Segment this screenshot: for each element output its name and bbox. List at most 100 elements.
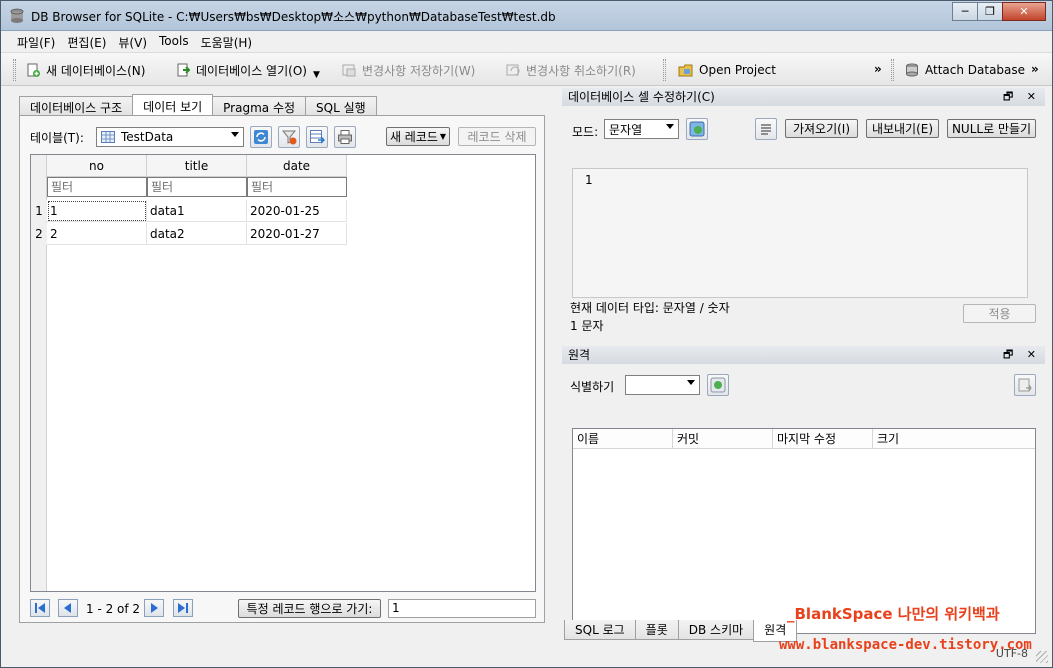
export-button[interactable]: 내보내기(E): [866, 119, 939, 138]
toolbar-grip[interactable]: [663, 59, 666, 81]
toolbar-overflow-chevron[interactable]: »: [874, 62, 882, 76]
table-cell[interactable]: 1: [47, 200, 147, 222]
delete-record-button[interactable]: 레코드 삭제: [458, 127, 536, 146]
auto-switch-mode-button[interactable]: [686, 118, 708, 140]
tab-sql-log[interactable]: SQL 로그: [564, 620, 636, 640]
dropdown-arrow-icon: ▼: [439, 132, 447, 141]
open-project-button[interactable]: Open Project: [678, 59, 776, 81]
toolbar-grip[interactable]: [891, 59, 894, 81]
goto-record-button[interactable]: 특정 레코드 행으로 가기:: [238, 599, 381, 618]
new-database-label: 새 데이터베이스(N): [46, 63, 146, 78]
tab-database-structure[interactable]: 데이터베이스 구조: [19, 96, 134, 115]
new-database-icon: [27, 63, 40, 77]
tab-execute-sql[interactable]: SQL 실행: [305, 96, 377, 115]
save-icon: [342, 64, 356, 77]
open-project-label: Open Project: [699, 63, 776, 77]
main-toolbar: 새 데이터베이스(N) 데이터베이스 열기(O) ▼ 변경사항 저장하기(W) …: [1, 52, 1052, 86]
minimize-button[interactable]: ─: [952, 2, 978, 21]
attach-database-button[interactable]: Attach Database: [904, 59, 1025, 81]
row-number[interactable]: 1: [31, 200, 47, 222]
column-header-title[interactable]: title: [147, 155, 247, 177]
dropdown-arrow-icon[interactable]: ▼: [313, 70, 320, 80]
column-header-no[interactable]: no: [47, 155, 147, 177]
menu-edit[interactable]: 편집(E): [61, 32, 112, 52]
set-null-button[interactable]: NULL로 만들기: [947, 119, 1036, 138]
apply-button[interactable]: 적용: [963, 304, 1036, 323]
tab-plot[interactable]: 플롯: [634, 620, 679, 640]
arrow-left-icon: [64, 603, 71, 613]
mode-select[interactable]: 문자열: [604, 119, 679, 139]
tab-db-schema[interactable]: DB 스키마: [677, 620, 755, 640]
identity-label: 식별하기: [570, 380, 615, 394]
export-table-icon: [310, 130, 325, 144]
write-changes-label: 변경사항 저장하기(W): [362, 63, 476, 78]
cell-editor[interactable]: 1: [572, 168, 1028, 298]
table-select[interactable]: TestData: [96, 127, 244, 147]
remote-title: 원격: [568, 348, 591, 362]
restore-icon: ❐: [985, 5, 995, 18]
column-header-commit[interactable]: 커밋: [673, 429, 773, 449]
remote-panel: 식별하기 이름 커밋 마지막 수정 크기: [562, 364, 1045, 634]
last-record-button[interactable]: [173, 599, 193, 617]
maximize-button[interactable]: ❐: [977, 2, 1003, 21]
grid-corner: [31, 155, 47, 200]
clear-filters-button[interactable]: [278, 126, 300, 148]
toolbar-grip[interactable]: [13, 59, 16, 81]
word-wrap-button[interactable]: [755, 118, 777, 140]
tab-edit-pragmas[interactable]: Pragma 수정: [212, 96, 307, 115]
row-number[interactable]: 2: [31, 223, 47, 245]
minimize-icon: ─: [961, 5, 969, 18]
filter-input-date[interactable]: 필터: [247, 177, 347, 197]
toolbar-overflow-chevron-2[interactable]: »: [1031, 62, 1039, 76]
import-button[interactable]: 가져오기(I): [785, 119, 858, 138]
dock-controls[interactable]: 🗗 ✕: [1003, 346, 1041, 364]
dock-controls[interactable]: 🗗 ✕: [1003, 88, 1041, 106]
write-changes-button[interactable]: 변경사항 저장하기(W): [341, 59, 475, 81]
identity-settings-button[interactable]: [707, 374, 729, 396]
filter-input-title[interactable]: 필터: [147, 177, 247, 197]
print-button[interactable]: [334, 126, 356, 148]
chevron-down-icon: [687, 380, 695, 385]
table-cell[interactable]: data2: [147, 223, 247, 245]
mode-select-value: 문자열: [609, 122, 643, 137]
menu-file[interactable]: 파일(F): [11, 32, 61, 52]
open-database-label: 데이터베이스 열기(O): [196, 63, 307, 78]
upload-icon: [1018, 378, 1032, 392]
attach-database-label: Attach Database: [925, 63, 1026, 77]
refresh-button[interactable]: [250, 126, 272, 148]
column-header-last-modified[interactable]: 마지막 수정: [773, 429, 873, 449]
app-window: DB Browser for SQLite - C:₩Users₩bs₩Desk…: [0, 0, 1053, 668]
table-cell[interactable]: 2020-01-27: [247, 223, 347, 245]
close-button[interactable]: ✕: [1002, 2, 1046, 21]
table-cell[interactable]: 2: [47, 223, 147, 245]
next-record-button[interactable]: [144, 599, 164, 617]
tab-browse-data[interactable]: 데이터 보기: [132, 94, 214, 115]
table-cell[interactable]: data1: [147, 200, 247, 222]
remote-upload-button[interactable]: [1014, 374, 1036, 396]
column-header-size[interactable]: 크기: [873, 429, 1035, 449]
revert-changes-button[interactable]: 변경사항 취소하기(R): [505, 59, 636, 81]
column-header-name[interactable]: 이름: [573, 429, 673, 449]
column-header-date[interactable]: date: [247, 155, 347, 177]
identity-select[interactable]: [625, 375, 700, 395]
page-info: 1 - 2 of 2: [86, 602, 141, 616]
first-record-button[interactable]: [30, 599, 50, 617]
menu-help[interactable]: 도움말(H): [195, 32, 259, 52]
new-record-button[interactable]: 새 레코드 ▼: [386, 127, 450, 146]
filter-input-no[interactable]: 필터: [47, 177, 147, 197]
new-database-button[interactable]: 새 데이터베이스(N): [25, 59, 145, 81]
browse-data-panel: 테이블(T): TestData 새 레코드 ▼ 레코드 삭제 no title…: [19, 115, 545, 623]
open-database-button[interactable]: 데이터베이스 열기(O) ▼: [175, 59, 320, 81]
mode-label: 모드:: [572, 125, 599, 139]
dock-tab-bar: SQL 로그 플롯 DB 스키마 원격: [564, 620, 798, 642]
data-grid[interactable]: no title date 필터 필터 필터 1 1 data1 2020-01…: [30, 154, 536, 592]
resize-grip-icon[interactable]: [1036, 651, 1048, 663]
table-cell[interactable]: 2020-01-25: [247, 200, 347, 222]
save-filter-button[interactable]: [306, 126, 328, 148]
revert-changes-label: 변경사항 취소하기(R): [526, 63, 636, 78]
menu-tools[interactable]: Tools: [153, 32, 195, 52]
goto-record-input[interactable]: 1: [388, 599, 536, 618]
previous-record-button[interactable]: [58, 599, 78, 617]
edit-cell-panel: 모드: 문자열 가져오기(I) 내보내기(E) NULL로 만들기 1 현재 데…: [562, 106, 1045, 342]
menu-view[interactable]: 뷰(V): [112, 32, 153, 52]
